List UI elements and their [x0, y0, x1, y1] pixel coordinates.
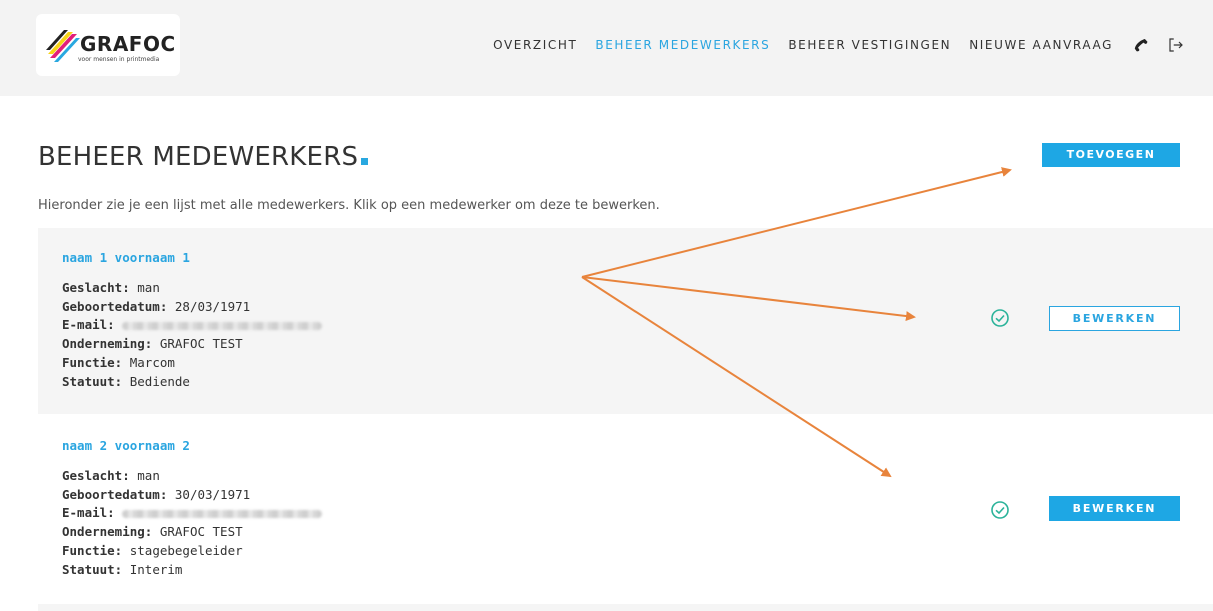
employee-card-partial	[38, 604, 1213, 611]
nav-item-overzicht[interactable]: OVERZICHT	[493, 38, 577, 52]
phone-icon[interactable]	[1131, 36, 1149, 54]
logo-stripes-icon	[46, 30, 80, 62]
field-status: Statuut: Interim	[62, 561, 183, 577]
nav-item-nieuwe-aanvraag[interactable]: NIEUWE AANVRAAG	[969, 38, 1113, 52]
employee-name[interactable]: naam 1 voornaam 1	[62, 250, 190, 265]
nav-item-beheer-vestigingen[interactable]: BEHEER VESTIGINGEN	[788, 38, 951, 52]
field-gender: Geslacht: man	[62, 280, 160, 295]
field-gender: Geslacht: man	[62, 468, 160, 483]
nav-item-beheer-medewerkers[interactable]: BEHEER MEDEWERKERS	[595, 38, 770, 52]
employee-details: Geslacht: man Geboortedatum: 28/03/1971 …	[62, 279, 323, 391]
field-company: Onderneming: GRAFOC TEST	[62, 336, 243, 352]
employee-card[interactable]: naam 1 voornaam 1 Geslacht: man Geboorte…	[38, 228, 1213, 414]
logo[interactable]: GRAFOC voor mensen in printmedia	[36, 14, 180, 76]
edit-button[interactable]: BEWERKEN	[1049, 306, 1180, 331]
edit-button[interactable]: BEWERKEN	[1049, 496, 1180, 521]
blurred-email	[122, 321, 323, 330]
main-nav: OVERZICHT BEHEER MEDEWERKERS BEHEER VEST…	[475, 36, 1185, 54]
field-email: E-mail:	[62, 316, 323, 335]
employee-name[interactable]: naam 2 voornaam 2	[62, 438, 190, 453]
title-accent-dot	[361, 158, 369, 165]
field-email: E-mail:	[62, 504, 323, 523]
page-title: BEHEER MEDEWERKERS	[38, 142, 369, 172]
field-status: Statuut: Bediende	[62, 373, 190, 389]
check-circle-icon	[991, 501, 1009, 519]
top-bar: GRAFOC voor mensen in printmedia OVERZIC…	[0, 0, 1213, 96]
logout-icon[interactable]	[1167, 36, 1185, 54]
check-circle-icon	[991, 309, 1009, 327]
blurred-email	[122, 509, 323, 518]
intro-text: Hieronder zie je een lijst met alle mede…	[38, 198, 660, 213]
employee-card[interactable]: naam 2 voornaam 2 Geslacht: man Geboorte…	[38, 416, 1213, 602]
field-function: Functie: Marcom	[62, 354, 175, 370]
field-birthdate: Geboortedatum: 30/03/1971	[62, 486, 251, 502]
logo-tagline: voor mensen in printmedia	[78, 56, 160, 63]
employee-details: Geslacht: man Geboortedatum: 30/03/1971 …	[62, 467, 323, 579]
add-employee-button[interactable]: TOEVOEGEN	[1042, 143, 1180, 167]
field-company: Onderneming: GRAFOC TEST	[62, 524, 243, 540]
field-birthdate: Geboortedatum: 28/03/1971	[62, 298, 251, 314]
field-function: Functie: stagebegeleider	[62, 542, 243, 558]
logo-wordmark: GRAFOC	[80, 32, 176, 56]
